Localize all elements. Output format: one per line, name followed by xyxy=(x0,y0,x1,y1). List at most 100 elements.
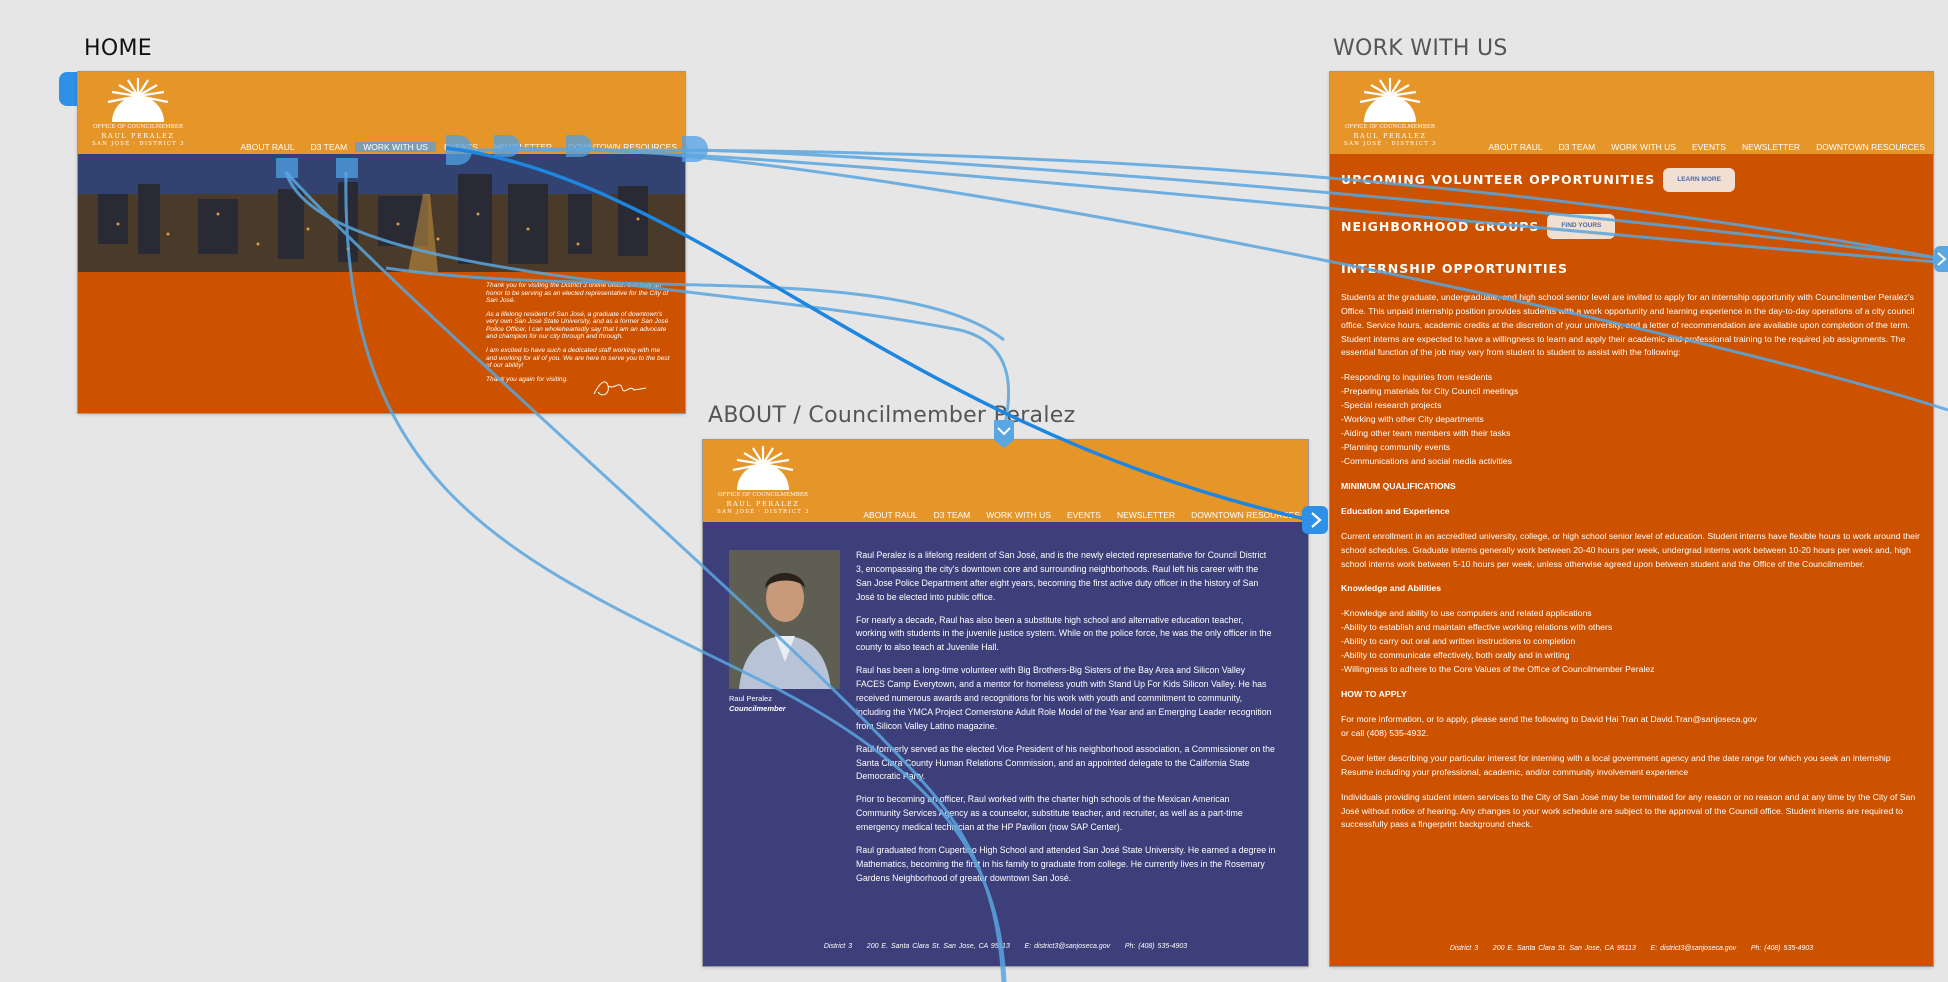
sun-logo-icon xyxy=(107,78,169,122)
site-footer: District 3 200 E. Santa Clara St. San Jo… xyxy=(1449,945,1814,952)
photo-caption: Raul Peralez Councilmember xyxy=(729,694,786,714)
flow-start-marker[interactable] xyxy=(59,72,79,106)
internship-intro: Students at the graduate, undergraduate,… xyxy=(1341,291,1915,358)
learn-more-button[interactable]: LEARN MORE xyxy=(1663,168,1735,193)
nav-downtown-resources[interactable]: DOWNTOWN RESOURCES xyxy=(1808,142,1933,152)
nav-events[interactable]: EVENTS xyxy=(1684,142,1734,152)
apply-heading: HOW TO APPLY xyxy=(1341,688,1407,699)
logo-line-2: RAUL PERALEZ xyxy=(726,500,800,508)
logo-line-2: RAUL PERALEZ xyxy=(101,132,175,140)
education-heading: Education and Experience xyxy=(1341,505,1450,516)
nav-about-raul[interactable]: ABOUT RAUL xyxy=(1480,142,1550,152)
home-artboard[interactable]: OFFICE OF COUNCILMEMBER RAUL PERALEZ SAN… xyxy=(78,72,685,413)
apply-contact-line: For more information, or to apply, pleas… xyxy=(1341,713,1757,724)
nav-about-raul[interactable]: ABOUT RAUL xyxy=(855,510,925,520)
duty-item: -Special research projects xyxy=(1341,400,1442,411)
nav-d3-team[interactable]: D3 TEAM xyxy=(303,142,356,152)
internship-title: INTERNSHIP OPPORTUNITIES xyxy=(1341,260,1569,276)
bio-paragraph: Raul formerly served as the elected Vice… xyxy=(856,743,1275,782)
knowledge-heading: Knowledge and Abilities xyxy=(1341,583,1442,594)
hotspot-newsletter[interactable] xyxy=(494,135,520,157)
duty-item: -Aiding other team members with their ta… xyxy=(1341,428,1511,439)
hotspot-downtown[interactable] xyxy=(566,135,592,157)
main-nav: ABOUT RAUL D3 TEAM WORK WITH US EVENTS N… xyxy=(1480,142,1933,152)
ability-item: -Ability to communicate effectively, bot… xyxy=(1341,650,1570,661)
find-yours-button[interactable]: FIND YOURS xyxy=(1547,214,1616,239)
abilities-list: -Knowledge and ability to use computers … xyxy=(1341,607,1921,677)
bio-paragraph: Raul has been a long-time volunteer with… xyxy=(856,665,1272,731)
welcome-paragraph: As a lifelong resident of San José, a gr… xyxy=(486,310,669,341)
duty-item: -Responding to inquiries from residents xyxy=(1341,372,1493,383)
signature-icon xyxy=(593,381,647,396)
apply-materials: Cover letter describing your particular … xyxy=(1341,752,1921,780)
hotspot-d3team[interactable] xyxy=(336,158,358,178)
bio-paragraph: Raul Peralez is a lifelong resident of S… xyxy=(856,550,1267,602)
ability-item: -Ability to carry out oral and written i… xyxy=(1341,636,1576,647)
resume-line: Resume including your professional, acad… xyxy=(1341,766,1689,777)
site-footer: District 3 200 E. Santa Clara St. San Jo… xyxy=(823,943,1188,950)
bio-paragraph: Raul graduated from Cupertino High Schoo… xyxy=(856,845,1276,883)
min-qual-heading: MINIMUM QUALIFICATIONS xyxy=(1341,480,1456,491)
duty-item: -Working with other City departments xyxy=(1341,414,1484,425)
site-logo[interactable]: OFFICE OF COUNCILMEMBER RAUL PERALEZ SAN… xyxy=(717,446,809,518)
councilmember-photo xyxy=(729,550,840,689)
ability-item: -Knowledge and ability to use computers … xyxy=(1341,608,1592,619)
duty-item: -Planning community events xyxy=(1341,442,1451,452)
site-logo[interactable]: OFFICE OF COUNCILMEMBER RAUL PERALEZ SAN… xyxy=(92,78,184,150)
nav-d3-team[interactable]: D3 TEAM xyxy=(926,510,979,520)
nav-work-with-us[interactable]: WORK WITH US xyxy=(355,142,436,152)
logo-line-2: RAUL PERALEZ xyxy=(1353,132,1427,140)
hotspot-events[interactable] xyxy=(446,135,472,165)
work-with-us-artboard[interactable]: OFFICE OF COUNCILMEMBER RAUL PERALEZ SAN… xyxy=(1330,72,1933,966)
nav-events[interactable]: EVENTS xyxy=(1059,510,1109,520)
frame-title-home: HOME xyxy=(84,36,152,61)
bio-paragraph: Prior to becoming an officer, Raul worke… xyxy=(856,794,1243,833)
apply-phone-line: or call (408) 535-4932. xyxy=(1341,727,1429,738)
logo-line-3: SAN JOSÉ · DISTRICT 3 xyxy=(92,141,185,147)
apply-disclaimer: Individuals providing student intern ser… xyxy=(1341,791,1916,830)
about-artboard[interactable]: OFFICE OF COUNCILMEMBER RAUL PERALEZ SAN… xyxy=(703,440,1308,966)
logo-line-3: SAN JOSÉ · DISTRICT 3 xyxy=(1344,141,1437,147)
frame-title-about: ABOUT / Councilmember Peralez xyxy=(708,403,1076,428)
site-header: OFFICE OF COUNCILMEMBER RAUL PERALEZ SAN… xyxy=(78,72,685,154)
caption-title: Councilmember xyxy=(729,704,786,714)
site-logo[interactable]: OFFICE OF COUNCILMEMBER RAUL PERALEZ SAN… xyxy=(1344,78,1436,150)
logo-line-1: OFFICE OF COUNCILMEMBER xyxy=(717,492,809,498)
bio-paragraph: For nearly a decade, Raul has also been … xyxy=(856,614,1272,653)
nav-newsletter[interactable]: NEWSLETTER xyxy=(1734,142,1808,152)
sun-logo-icon xyxy=(732,446,794,490)
volunteer-section: UPCOMING VOLUNTEER OPPORTUNITIES LEARN M… xyxy=(1341,168,1921,193)
nav-work-with-us[interactable]: WORK WITH US xyxy=(978,510,1059,520)
logo-line-1: OFFICE OF COUNCILMEMBER xyxy=(1344,124,1436,130)
sun-logo-icon xyxy=(1359,78,1421,122)
nav-work-with-us[interactable]: WORK WITH US xyxy=(1603,142,1684,152)
hotspot-end[interactable] xyxy=(682,136,708,162)
neighborhood-title: NEIGHBORHOOD GROUPS xyxy=(1341,218,1540,234)
hotspot-about[interactable] xyxy=(276,158,298,178)
duty-item: -Preparing materials for City Council me… xyxy=(1341,386,1519,397)
caption-name: Raul Peralez xyxy=(729,694,772,703)
duty-item: -Communications and social media activit… xyxy=(1341,455,1512,466)
volunteer-title: UPCOMING VOLUNTEER OPPORTUNITIES xyxy=(1341,172,1656,188)
logo-line-3: SAN JOSÉ · DISTRICT 3 xyxy=(717,509,810,515)
logo-line-1: OFFICE OF COUNCILMEMBER xyxy=(92,124,184,130)
ability-item: -Willingness to adhere to the Core Value… xyxy=(1341,664,1655,675)
welcome-paragraph: Thank you for visiting the District 3 on… xyxy=(486,282,669,305)
frame-title-work: WORK WITH US xyxy=(1333,36,1508,61)
duties-list: -Responding to inquiries from residents … xyxy=(1341,371,1921,468)
welcome-paragraph: I am excited to have such a dedicated st… xyxy=(486,347,670,370)
neighborhood-section: NEIGHBORHOOD GROUPS FIND YOURS xyxy=(1341,214,1921,239)
city-skyline-image xyxy=(78,154,685,272)
main-nav: ABOUT RAUL D3 TEAM WORK WITH US EVENTS N… xyxy=(855,510,1308,520)
nav-newsletter[interactable]: NEWSLETTER xyxy=(1109,510,1183,520)
ability-item: -Ability to establish and maintain effec… xyxy=(1341,622,1613,633)
nav-downtown-resources[interactable]: DOWNTOWN RESOURCES xyxy=(1183,510,1308,520)
nav-d3-team[interactable]: D3 TEAM xyxy=(1551,142,1604,152)
site-header: OFFICE OF COUNCILMEMBER RAUL PERALEZ SAN… xyxy=(1330,72,1933,154)
cover-letter-line: Cover letter describing your particular … xyxy=(1341,752,1891,763)
nav-about-raul[interactable]: ABOUT RAUL xyxy=(232,142,302,152)
work-content: UPCOMING VOLUNTEER OPPORTUNITIES LEARN M… xyxy=(1341,168,1921,843)
education-text: Current enrollment in an accredited univ… xyxy=(1341,530,1920,569)
about-bio: Raul Peralez is a lifelong resident of S… xyxy=(856,549,1276,895)
apply-contact: For more information, or to apply, pleas… xyxy=(1341,713,1921,741)
